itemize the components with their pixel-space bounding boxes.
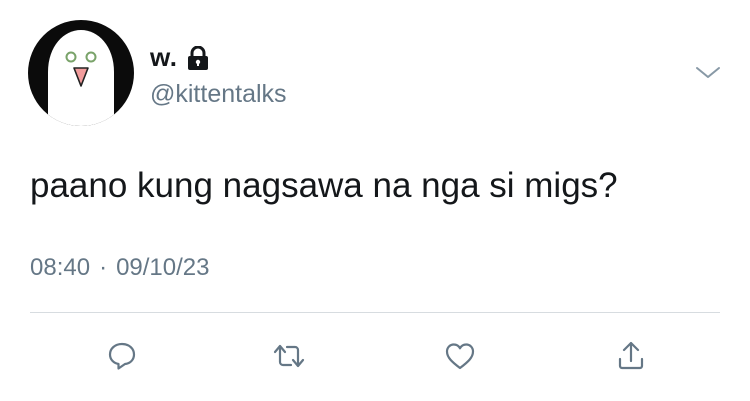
ghost-avatar-icon	[48, 30, 114, 126]
tweet-date: 09/10/23	[116, 254, 210, 281]
reply-button[interactable]	[99, 333, 145, 379]
tweet-text: paano kung nagsawa na nga si migs?	[30, 166, 618, 205]
author-name-row: w.	[150, 42, 209, 73]
reply-icon	[108, 342, 136, 370]
avatar[interactable]	[28, 20, 134, 126]
tweet-time: 08:40	[30, 254, 91, 281]
display-name[interactable]: w.	[150, 42, 177, 73]
user-handle[interactable]: @kittentalks	[150, 80, 287, 109]
heart-icon	[445, 343, 475, 370]
meta-separator: ·	[99, 254, 108, 281]
tweet-card: w. @kittentalks paano kung nagsawa na ng…	[0, 0, 750, 401]
chevron-down-icon[interactable]	[694, 62, 722, 82]
retweet-icon	[273, 344, 305, 368]
divider	[30, 312, 720, 313]
lock-icon	[187, 45, 209, 70]
share-button[interactable]	[608, 333, 654, 379]
share-icon	[618, 341, 644, 370]
like-button[interactable]	[437, 333, 483, 379]
retweet-button[interactable]	[266, 333, 312, 379]
action-bar	[0, 333, 750, 379]
tweet-timestamp[interactable]: 08:40 · 09/10/23	[30, 254, 209, 282]
